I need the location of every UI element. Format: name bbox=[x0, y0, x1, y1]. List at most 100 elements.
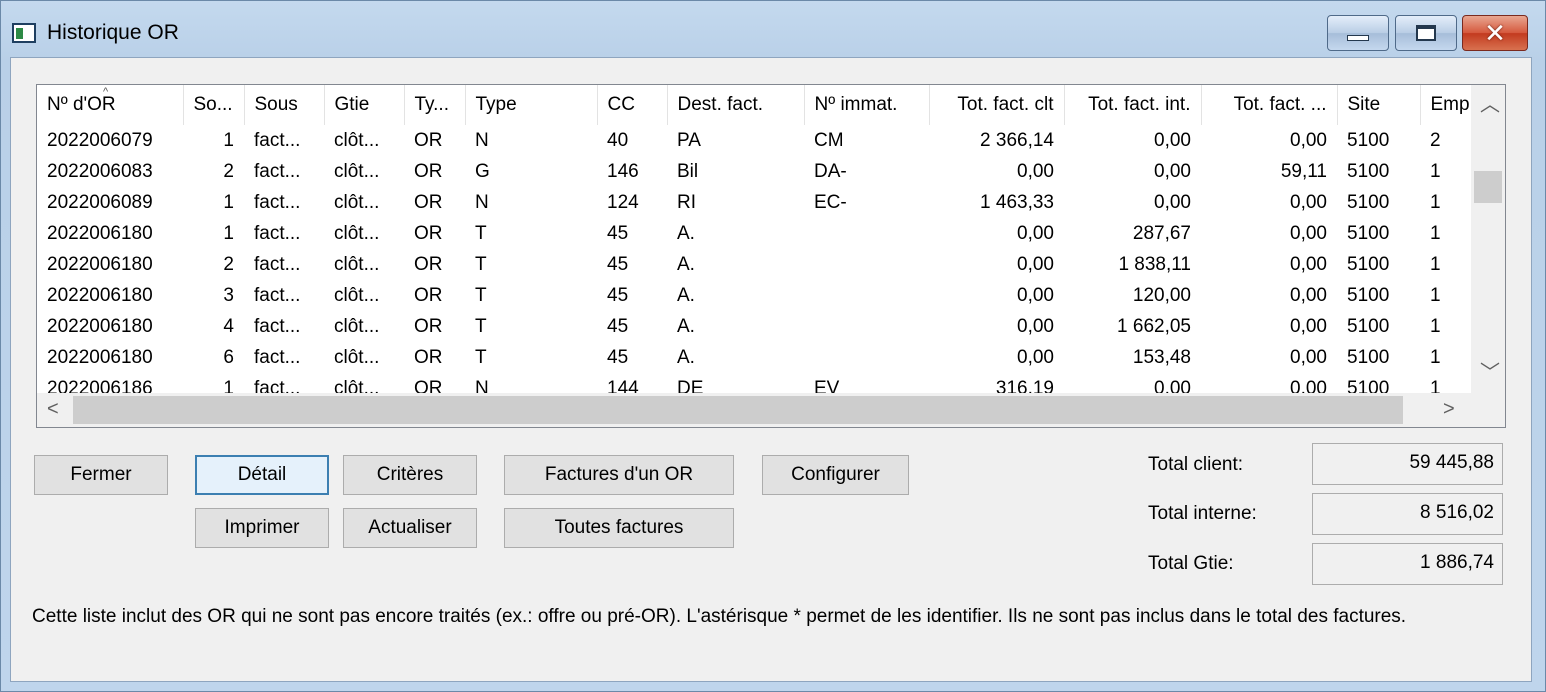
table-cell: clôt... bbox=[334, 284, 380, 306]
table-row[interactable]: 2022006089 1 fact... clôt... OR N 124 RI EC- 1 46… bbox=[37, 187, 1480, 218]
imprimer-button[interactable]: Imprimer bbox=[195, 508, 329, 548]
table-cell: 0,00 bbox=[1154, 129, 1191, 151]
title-bar[interactable]: Historique OR ✕ bbox=[1, 1, 1545, 57]
table-cell: PA bbox=[677, 129, 701, 151]
table-cell: 146 bbox=[607, 160, 639, 182]
fermer-button[interactable]: Fermer bbox=[34, 455, 168, 495]
table-cell: 2022006180 bbox=[47, 284, 153, 306]
scroll-down-arrow-icon[interactable]: ﹀ bbox=[1480, 363, 1500, 383]
or-history-grid[interactable]: ^ Nº d'OR So... Sous Gtie Ty... Type CC Dest. fa… bbox=[36, 84, 1506, 428]
table-header-row: ^ Nº d'OR So... Sous Gtie Ty... Type CC Dest. fa… bbox=[37, 85, 1481, 125]
scroll-up-arrow-icon[interactable]: ︿ bbox=[1480, 95, 1500, 115]
table-cell: 153,48 bbox=[1132, 346, 1191, 368]
vertical-scrollbar[interactable]: ︿ ﹀ bbox=[1471, 85, 1505, 391]
table-cell: clôt... bbox=[334, 346, 380, 368]
table-cell: 6 bbox=[223, 346, 234, 368]
table-cell: 0,00 bbox=[1017, 315, 1054, 337]
close-button[interactable]: ✕ bbox=[1462, 15, 1528, 51]
column-header[interactable]: Site bbox=[1337, 85, 1421, 125]
table-row[interactable]: 2022006083 2 fact... clôt... OR G 146 Bil DA- 0,0… bbox=[37, 156, 1480, 187]
column-header[interactable]: Tot. fact. int. bbox=[1064, 85, 1202, 125]
table-cell: 0,00 bbox=[1290, 129, 1327, 151]
column-header[interactable]: Sous bbox=[244, 85, 325, 125]
table-cell: 0,00 bbox=[1017, 160, 1054, 182]
table-cell: clôt... bbox=[334, 253, 380, 275]
table-cell: 0,00 bbox=[1017, 222, 1054, 244]
horizontal-scrollbar[interactable]: < > bbox=[37, 393, 1505, 427]
column-header[interactable]: Dest. fact. bbox=[667, 85, 805, 125]
column-header[interactable]: Nº immat. bbox=[804, 85, 930, 125]
table-cell: N bbox=[475, 191, 489, 213]
table-cell: OR bbox=[414, 253, 443, 275]
factures-or-button[interactable]: Factures d'un OR bbox=[504, 455, 734, 495]
table-cell: fact... bbox=[254, 129, 301, 151]
column-header[interactable]: ^ Nº d'OR bbox=[37, 85, 184, 125]
table-cell: 2022006180 bbox=[47, 346, 153, 368]
app-icon bbox=[12, 23, 36, 43]
scrollbar-corner bbox=[1471, 391, 1505, 427]
criteres-button[interactable]: Critères bbox=[343, 455, 477, 495]
table-cell: 0,00 bbox=[1017, 346, 1054, 368]
column-header[interactable]: Type bbox=[465, 85, 598, 125]
table-cell: clôt... bbox=[334, 160, 380, 182]
table-cell: 2022006083 bbox=[47, 160, 153, 182]
table-cell: 2 bbox=[223, 253, 234, 275]
actualiser-button[interactable]: Actualiser bbox=[343, 508, 477, 548]
vertical-scroll-thumb[interactable] bbox=[1474, 171, 1502, 203]
table-row[interactable]: 2022006180 2 fact... clôt... OR T 45 A. 0,00 1 83… bbox=[37, 249, 1480, 280]
table-cell: DA- bbox=[814, 160, 847, 182]
table-cell: 2 366,14 bbox=[980, 129, 1054, 151]
table-cell bbox=[804, 342, 929, 373]
scroll-left-arrow-icon[interactable]: < bbox=[47, 399, 59, 419]
table-cell: A. bbox=[677, 346, 695, 368]
table-cell: fact... bbox=[254, 346, 301, 368]
table-row[interactable]: 2022006180 6 fact... clôt... OR T 45 A. 0,00 153,… bbox=[37, 342, 1480, 373]
table-cell: RI bbox=[677, 191, 696, 213]
table-cell: OR bbox=[414, 160, 443, 182]
maximize-icon bbox=[1416, 25, 1436, 41]
table-cell: 5100 bbox=[1347, 191, 1390, 213]
dialog-body: ^ Nº d'OR So... Sous Gtie Ty... Type CC Dest. fa… bbox=[10, 57, 1532, 682]
table-cell: fact... bbox=[254, 222, 301, 244]
table-cell: 2022006180 bbox=[47, 253, 153, 275]
table-row[interactable]: 2022006180 4 fact... clôt... OR T 45 A. 0,00 1 66… bbox=[37, 311, 1480, 342]
table-cell bbox=[804, 249, 929, 280]
column-header[interactable]: So... bbox=[183, 85, 245, 125]
historique-or-window: Historique OR ✕ ^ Nº d'OR So... Sous Gtie Ty.… bbox=[0, 0, 1546, 692]
table-cell: 120,00 bbox=[1132, 284, 1191, 306]
table-cell: 1 662,05 bbox=[1117, 315, 1191, 337]
configurer-button[interactable]: Configurer bbox=[762, 455, 909, 495]
table-cell: 0,00 bbox=[1290, 253, 1327, 275]
table-cell: clôt... bbox=[334, 129, 380, 151]
table-cell: 5100 bbox=[1347, 222, 1390, 244]
table-cell: OR bbox=[414, 315, 443, 337]
column-header[interactable]: CC bbox=[597, 85, 668, 125]
table-row[interactable]: 2022006079 1 fact... clôt... OR N 40 PA CM 2 366,… bbox=[37, 125, 1480, 156]
column-header[interactable]: Tot. fact. ... bbox=[1201, 85, 1338, 125]
table-row[interactable]: 2022006180 1 fact... clôt... OR T 45 A. 0,00 287,… bbox=[37, 218, 1480, 249]
table-cell: 45 bbox=[607, 253, 629, 275]
minimize-button[interactable] bbox=[1327, 15, 1389, 51]
table-body: 2022006079 1 fact... clôt... OR N 40 PA CM 2 366,… bbox=[37, 125, 1480, 404]
table-row[interactable]: 2022006180 3 fact... clôt... OR T 45 A. 0,00 120,… bbox=[37, 280, 1480, 311]
column-header[interactable]: Tot. fact. clt bbox=[929, 85, 1065, 125]
table-cell: 124 bbox=[607, 191, 639, 213]
table-cell: fact... bbox=[254, 253, 301, 275]
table-cell: T bbox=[475, 315, 487, 337]
horizontal-scroll-thumb[interactable] bbox=[73, 396, 1403, 424]
table-cell: G bbox=[475, 160, 490, 182]
close-icon: ✕ bbox=[1484, 18, 1506, 48]
detail-button[interactable]: Détail bbox=[195, 455, 329, 495]
table-cell: A. bbox=[677, 253, 695, 275]
table-cell: CM bbox=[814, 129, 844, 151]
toutes-factures-button[interactable]: Toutes factures bbox=[504, 508, 734, 548]
total-client-value: 59 445,88 bbox=[1312, 443, 1503, 485]
table-cell: 45 bbox=[607, 346, 629, 368]
table-cell: 0,00 bbox=[1290, 191, 1327, 213]
maximize-button[interactable] bbox=[1395, 15, 1457, 51]
column-header[interactable]: Ty... bbox=[404, 85, 466, 125]
column-header[interactable]: Gtie bbox=[324, 85, 405, 125]
scroll-right-arrow-icon[interactable]: > bbox=[1443, 399, 1455, 419]
table-cell: 5100 bbox=[1347, 253, 1390, 275]
table-cell: fact... bbox=[254, 191, 301, 213]
